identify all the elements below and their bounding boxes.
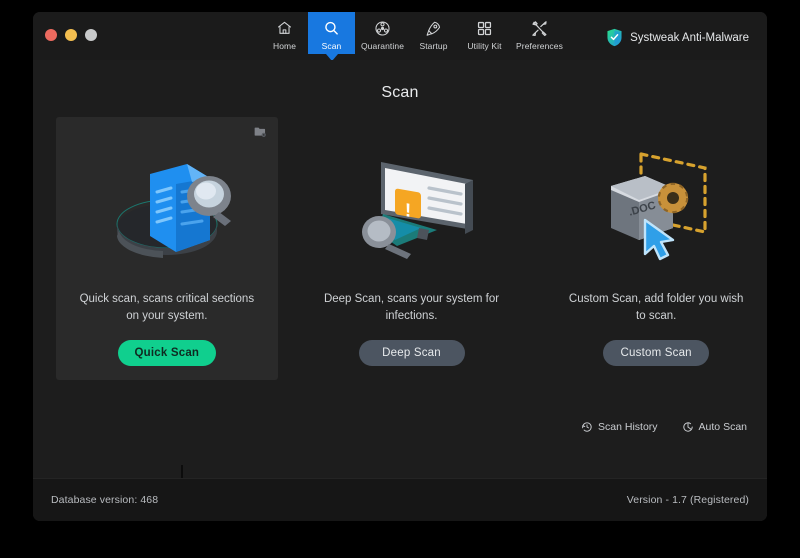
main-navigation: Home Scan Quarantine Startup Utility Kit… (261, 12, 567, 61)
titlebar: Home Scan Quarantine Startup Utility Kit… (33, 12, 767, 61)
nav-label-utility-kit: Utility Kit (467, 41, 502, 51)
magnifier-icon (323, 18, 340, 38)
traffic-lights (45, 29, 97, 41)
zoom-button[interactable] (85, 29, 97, 41)
app-version-label: Version - 1.7 (Registered) (626, 494, 749, 506)
minimize-button[interactable] (65, 29, 77, 41)
nav-label-home: Home (272, 41, 297, 51)
database-version-label: Database version: 468 (51, 494, 159, 506)
folder-gear-cursor-illustration: .DOC (545, 131, 767, 281)
quick-scan-button[interactable]: Quick Scan (117, 340, 216, 367)
card-quick-scan[interactable]: Quick scan, scans critical sections on y… (56, 117, 278, 380)
page-title: Scan (381, 84, 419, 101)
biohazard-icon (374, 18, 391, 38)
nav-label-scan: Scan (321, 41, 342, 51)
nav-label-preferences: Preferences (516, 41, 563, 51)
app-window: Home Scan Quarantine Startup Utility Kit… (33, 12, 767, 521)
close-button[interactable] (45, 29, 57, 41)
footer: Database version: 468 Version - 1.7 (Reg… (33, 478, 767, 521)
custom-scan-button[interactable]: Custom Scan (603, 340, 710, 367)
history-clock-icon (581, 421, 593, 433)
nav-item-startup[interactable]: Startup (410, 12, 457, 60)
scan-history-label: Scan History (598, 421, 658, 433)
monitor-alert-magnifier-illustration: ! (301, 131, 523, 281)
card-button-row-custom-scan: Custom Scan (545, 340, 767, 367)
nav-label-quarantine: Quarantine (360, 41, 405, 51)
bottom-actions: Scan History Auto Scan (581, 421, 747, 433)
folder-settings-icon[interactable] (254, 126, 267, 138)
content-area: Scan Quick scan, scans critical sections… (33, 60, 767, 521)
scan-cards: Quick scan, scans critical sections on y… (33, 117, 767, 380)
nav-item-scan[interactable]: Scan (308, 12, 355, 61)
card-description-custom-scan: Custom Scan, add folder you wish to scan… (568, 293, 744, 322)
scan-history-action[interactable]: Scan History (581, 421, 658, 433)
card-custom-scan[interactable]: .DOC Custom Scan, add folder you wish to… (545, 117, 767, 380)
nav-item-utility-kit[interactable]: Utility Kit (457, 12, 512, 60)
nav-item-preferences[interactable]: Preferences (512, 12, 567, 60)
grid-squares-icon (476, 18, 493, 38)
document-magnifier-illustration (56, 131, 278, 281)
nav-item-quarantine[interactable]: Quarantine (355, 12, 410, 60)
auto-scan-action[interactable]: Auto Scan (682, 421, 747, 433)
deep-scan-button[interactable]: Deep Scan (358, 340, 465, 367)
nav-label-startup: Startup (419, 41, 448, 51)
card-description-quick-scan: Quick scan, scans critical sections on y… (79, 293, 255, 322)
card-button-row-deep-scan: Deep Scan (301, 340, 523, 367)
home-icon (276, 18, 293, 38)
svg-text:!: ! (404, 200, 410, 222)
card-deep-scan[interactable]: ! Deep Scan, scans your system for infec… (301, 117, 523, 380)
card-description-deep-scan: Deep Scan, scans your system for infecti… (323, 293, 500, 322)
rocket-icon (425, 18, 442, 38)
auto-scan-icon (682, 421, 694, 433)
brand-name: Systweak Anti-Malware (630, 31, 749, 44)
brand: Systweak Anti-Malware (606, 28, 749, 47)
tools-icon (531, 18, 548, 38)
auto-scan-label: Auto Scan (698, 421, 747, 433)
shield-check-icon (606, 28, 623, 47)
card-button-row-quick-scan: Quick Scan (56, 340, 278, 367)
nav-item-home[interactable]: Home (261, 12, 308, 60)
